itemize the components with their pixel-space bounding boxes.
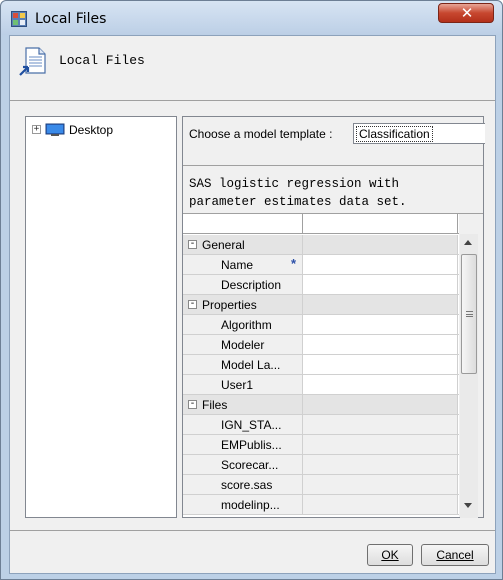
cancel-button[interactable]: Cancel	[421, 544, 489, 566]
property-label: Description	[221, 278, 282, 292]
group-row-general[interactable]: - General	[183, 235, 459, 255]
property-row-description: Description	[183, 275, 459, 295]
group-row-files[interactable]: - Files	[183, 395, 459, 415]
vertical-scrollbar[interactable]	[460, 234, 478, 518]
file-row[interactable]: IGN_STA...	[183, 415, 459, 435]
folder-tree[interactable]: + Desktop	[25, 116, 177, 518]
template-description: SAS logistic regression with parameter e…	[189, 177, 407, 209]
dialog-client: Local Files + Desktop Choose a model tem…	[9, 35, 496, 574]
modeler-value-cell[interactable]	[303, 335, 458, 354]
grip-icon	[466, 311, 473, 317]
property-row-model-label: Model La...	[183, 355, 459, 375]
property-row-algorithm: Algorithm	[183, 315, 459, 335]
tree-expand-toggle[interactable]: +	[32, 125, 41, 134]
grid-header	[183, 214, 459, 234]
header-divider	[10, 100, 495, 101]
title-bar[interactable]: Local Files ✕	[1, 1, 502, 35]
file-row[interactable]: Scorecar...	[183, 455, 459, 475]
property-row-name: Name *	[183, 255, 459, 275]
property-row-modeler: Modeler	[183, 335, 459, 355]
file-row[interactable]: modelinp...	[183, 495, 459, 515]
description-value-cell[interactable]	[303, 275, 458, 294]
ok-button[interactable]: OK	[367, 544, 413, 566]
window-title: Local Files	[35, 11, 107, 27]
desktop-icon	[45, 123, 65, 136]
grid-rows: - General Name * Description - Propertie…	[183, 235, 459, 515]
group-label: General	[202, 238, 245, 252]
name-value-cell[interactable]	[303, 255, 458, 274]
group-label: Properties	[202, 298, 257, 312]
file-row[interactable]: score.sas	[183, 475, 459, 495]
property-label: Name	[221, 258, 254, 272]
file-label: IGN_STA...	[221, 418, 282, 432]
file-label: Scorecar...	[221, 458, 279, 472]
template-divider	[183, 165, 483, 166]
required-marker: *	[291, 256, 297, 271]
user1-value-cell[interactable]	[303, 375, 458, 394]
property-row-user1: User1	[183, 375, 459, 395]
collapse-toggle-properties[interactable]: -	[188, 299, 197, 309]
file-label: score.sas	[221, 478, 273, 492]
file-row[interactable]: EMPublis...	[183, 435, 459, 455]
scroll-down-arrow-icon[interactable]	[464, 503, 472, 508]
header-title: Local Files	[59, 53, 145, 68]
grid-header-name	[183, 214, 303, 234]
property-grid: - General Name * Description - Propertie…	[183, 214, 459, 517]
scrollbar-thumb[interactable]	[461, 254, 477, 374]
grid-header-value	[303, 214, 458, 234]
ok-button-label: OK	[381, 548, 399, 562]
collapse-toggle-files[interactable]: -	[188, 399, 197, 409]
collapse-toggle-general[interactable]: -	[188, 239, 197, 249]
file-label: EMPublis...	[221, 438, 282, 452]
document-icon	[19, 47, 46, 76]
cancel-button-label: Cancel	[436, 548, 474, 562]
template-select[interactable]: Classification	[353, 123, 485, 144]
template-label: Choose a model template :	[189, 127, 333, 141]
tree-item-desktop[interactable]: Desktop	[69, 123, 113, 137]
template-selected-value: Classification	[356, 126, 433, 142]
scroll-up-arrow-icon[interactable]	[464, 240, 472, 245]
app-icon	[11, 11, 27, 27]
model-label-value-cell[interactable]	[303, 355, 458, 374]
algorithm-value-cell[interactable]	[303, 315, 458, 334]
model-panel: Choose a model template : Classification…	[182, 116, 485, 518]
file-label: modelinp...	[221, 498, 280, 512]
close-button[interactable]: ✕	[438, 3, 494, 23]
group-label: Files	[202, 398, 228, 412]
dialog-window: Local Files ✕ Local Files + Desktop Choo…	[0, 0, 503, 580]
property-label: Modeler	[221, 338, 265, 352]
property-label: Model La...	[221, 358, 281, 372]
group-row-properties[interactable]: - Properties	[183, 295, 459, 315]
close-icon: ✕	[460, 4, 474, 22]
property-label: User1	[221, 378, 254, 392]
property-label: Algorithm	[221, 318, 272, 332]
footer-divider	[10, 530, 495, 531]
